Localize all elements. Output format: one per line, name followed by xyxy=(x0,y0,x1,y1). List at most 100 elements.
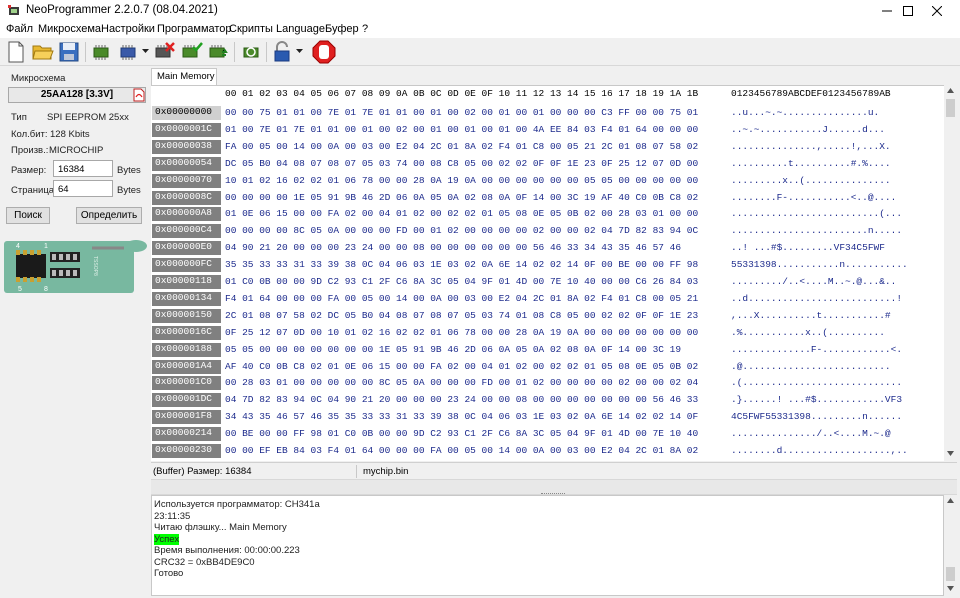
row-hex-bytes[interactable]: 04 90 21 20 00 00 00 23 24 00 00 08 00 0… xyxy=(225,242,681,253)
row-hex-bytes[interactable]: 00 28 03 01 00 00 00 00 00 8C 05 0A 00 0… xyxy=(225,377,698,388)
hex-editor[interactable]: 00 01 02 03 04 05 06 07 08 09 0A 0B 0C 0… xyxy=(151,85,944,461)
hex-row[interactable]: 0x0000024CF4 01 C8 00 05 21 2C 01 08 07 … xyxy=(151,459,944,461)
menu-settings[interactable]: Настройки xyxy=(101,23,155,35)
row-ascii[interactable]: ........./..<....M..~.@...&.. xyxy=(731,276,896,287)
row-ascii[interactable]: ..! ...#$.........VF34C5FWF xyxy=(731,242,885,253)
read-chip-icon[interactable] xyxy=(90,40,114,64)
row-ascii[interactable]: ..u...~.~...............u. xyxy=(731,107,879,118)
row-ascii[interactable]: ..............F-............<. xyxy=(731,344,902,355)
hex-row[interactable]: 0x0000008C 00 00 00 00 1E 05 91 9B 46 2D … xyxy=(151,189,944,206)
row-hex-bytes[interactable]: 10 01 02 16 02 02 01 06 78 00 00 28 0A 1… xyxy=(225,175,698,186)
row-ascii[interactable]: ...............,.....!,...X. xyxy=(731,141,891,152)
row-ascii[interactable]: .%...........x..(.......... xyxy=(731,327,885,338)
scroll-up-icon[interactable] xyxy=(947,88,954,93)
hex-row[interactable]: 0x00000118 01 C0 0B 00 00 9D C2 93 C1 2F … xyxy=(151,273,944,290)
hex-row[interactable]: 0x0000016C 0F 25 12 07 0D 00 10 01 02 16 … xyxy=(151,324,944,341)
row-ascii[interactable]: ..........t..........#.%.... xyxy=(731,158,891,169)
splitter[interactable] xyxy=(151,479,957,495)
menu-help[interactable]: ? xyxy=(362,23,368,35)
row-ascii[interactable]: .............../..<....M.~.@ xyxy=(731,428,891,439)
row-hex-bytes[interactable]: 01 00 7E 01 7E 01 01 00 01 00 02 00 01 0… xyxy=(225,124,698,135)
hex-row[interactable]: 0x000000A8 01 0E 06 15 00 00 FA 02 00 04 … xyxy=(151,205,944,222)
row-ascii[interactable]: .}......! ...#$............VF3 xyxy=(731,394,902,405)
menu-scripts[interactable]: Скрипты xyxy=(229,23,273,35)
row-ascii[interactable]: ..~.~...........J......d... xyxy=(731,124,885,135)
row-hex-bytes[interactable]: 0F 25 12 07 0D 00 10 01 02 16 02 02 01 0… xyxy=(225,327,698,338)
search-button[interactable]: Поиск xyxy=(6,207,50,224)
pdf-datasheet-icon[interactable] xyxy=(133,88,145,102)
scroll-down-icon[interactable] xyxy=(947,586,954,591)
hex-row[interactable]: 0x00000214 00 BE 00 00 FF 98 01 C0 0B 00 … xyxy=(151,425,944,442)
row-ascii[interactable]: ,...X..........t...........# xyxy=(731,310,891,321)
new-file-icon[interactable] xyxy=(4,40,28,64)
hex-row[interactable]: 0x000001DC 04 7D 82 83 94 0C 04 90 21 20 … xyxy=(151,391,944,408)
row-ascii[interactable]: ........................n..... xyxy=(731,225,902,236)
menu-file[interactable]: Файл xyxy=(6,23,33,35)
hex-row[interactable]: 0x0000001C 01 00 7E 01 7E 01 01 00 01 00 … xyxy=(151,121,944,138)
hex-row[interactable]: 0x000001F8 34 43 35 46 57 46 35 35 33 33 … xyxy=(151,408,944,425)
row-ascii[interactable]: .(............................ xyxy=(731,377,902,388)
size-field[interactable]: 16384 xyxy=(53,160,113,177)
read-dropdown-icon[interactable] xyxy=(142,48,149,54)
row-hex-bytes[interactable]: 04 7D 82 83 94 0C 04 90 21 20 00 00 00 2… xyxy=(225,394,698,405)
row-hex-bytes[interactable]: 00 00 00 00 8C 05 0A 00 00 00 FD 00 01 0… xyxy=(225,225,698,236)
hex-row[interactable]: 0x00000054 DC 05 B0 04 08 07 08 07 05 03 … xyxy=(151,155,944,172)
page-field[interactable]: 64 xyxy=(53,180,113,197)
row-hex-bytes[interactable]: 05 05 00 00 00 00 00 00 00 1E 05 91 9B 4… xyxy=(225,344,681,355)
row-hex-bytes[interactable]: 00 00 75 01 01 00 7E 01 7E 01 01 00 01 0… xyxy=(225,107,698,118)
hex-row[interactable]: 0x000000C4 00 00 00 00 8C 05 0A 00 00 00 … xyxy=(151,222,944,239)
row-ascii[interactable]: ........d...................,.. xyxy=(731,445,908,456)
erase-chip-icon[interactable] xyxy=(152,40,176,64)
row-hex-bytes[interactable]: 00 00 00 00 1E 05 91 9B 46 2D 06 0A 05 0… xyxy=(225,192,698,203)
hex-row[interactable]: 0x000001A4 AF 40 C0 0B C8 02 01 0E 06 15 … xyxy=(151,358,944,375)
lock-icon[interactable] xyxy=(270,40,294,64)
menu-buffer[interactable]: Буфер xyxy=(325,23,359,35)
row-hex-bytes[interactable]: 01 0E 06 15 00 00 FA 02 00 04 01 02 00 0… xyxy=(225,208,698,219)
detect-button[interactable]: Определить xyxy=(76,207,142,224)
hex-row[interactable]: 0x00000038 FA 00 05 00 14 00 0A 00 03 00 … xyxy=(151,138,944,155)
row-hex-bytes[interactable]: F4 01 64 00 00 00 FA 00 05 00 14 00 0A 0… xyxy=(225,293,698,304)
lock-dropdown-icon[interactable] xyxy=(296,48,303,54)
row-hex-bytes[interactable]: 35 35 33 33 31 33 39 38 0C 04 06 03 1E 0… xyxy=(225,259,698,270)
hex-row[interactable]: 0x000001C0 00 28 03 01 00 00 00 00 00 8C … xyxy=(151,374,944,391)
hex-row[interactable]: 0x00000070 10 01 02 16 02 02 01 06 78 00 … xyxy=(151,172,944,189)
row-hex-bytes[interactable]: 00 BE 00 00 FF 98 01 C0 0B 00 00 9D C2 9… xyxy=(225,428,698,439)
row-ascii[interactable]: 55331398...........n........... xyxy=(731,259,908,270)
menu-chip[interactable]: Микросхема xyxy=(38,23,101,35)
hex-row[interactable]: 0x00000188 05 05 00 00 00 00 00 00 00 1E … xyxy=(151,341,944,358)
menu-language[interactable]: Language xyxy=(276,23,325,35)
row-ascii[interactable]: 4C5FWF55331398.........n...... xyxy=(731,411,902,422)
row-ascii[interactable]: ..........................(... xyxy=(731,208,902,219)
write-chip-icon[interactable] xyxy=(179,40,203,64)
row-ascii[interactable]: .@.......................... xyxy=(731,361,891,372)
row-ascii[interactable]: ..d..........................! xyxy=(731,293,902,304)
read-chip-icon[interactable] xyxy=(117,40,141,64)
row-hex-bytes[interactable]: 01 C0 0B 00 00 9D C2 93 C1 2F C6 8A 3C 0… xyxy=(225,276,698,287)
row-hex-bytes[interactable]: FA 00 05 00 14 00 0A 00 03 00 E2 04 2C 0… xyxy=(225,141,698,152)
hex-row[interactable]: 0x00000150 2C 01 08 07 58 02 DC 05 B0 04 … xyxy=(151,307,944,324)
scrollbar-thumb[interactable] xyxy=(946,99,955,117)
hex-row[interactable]: 0x00000000 00 00 75 01 01 00 7E 01 7E 01 … xyxy=(151,104,944,121)
hex-row[interactable]: 0x00000230 00 00 EF EB 84 03 F4 01 64 00 … xyxy=(151,442,944,459)
row-hex-bytes[interactable]: 34 43 35 46 57 46 35 35 33 33 31 33 39 3… xyxy=(225,411,698,422)
menu-programmer[interactable]: Программатор xyxy=(157,23,232,35)
save-icon[interactable] xyxy=(57,40,81,64)
open-folder-icon[interactable] xyxy=(31,40,55,64)
auto-program-icon[interactable] xyxy=(239,40,263,64)
stop-icon[interactable] xyxy=(312,40,336,64)
row-ascii[interactable]: .........x..(............... xyxy=(731,175,891,186)
row-hex-bytes[interactable]: 2C 01 08 07 58 02 DC 05 B0 04 08 07 08 0… xyxy=(225,310,698,321)
hex-row[interactable]: 0x00000134 F4 01 64 00 00 00 FA 00 05 00 … xyxy=(151,290,944,307)
log-scrollbar[interactable] xyxy=(944,495,957,596)
close-button[interactable] xyxy=(914,0,960,22)
scrollbar-thumb[interactable] xyxy=(946,567,955,581)
hex-row[interactable]: 0x000000E0 04 90 21 20 00 00 00 23 24 00 … xyxy=(151,239,944,256)
tab-main-memory[interactable]: Main Memory xyxy=(151,68,217,85)
hex-scrollbar[interactable] xyxy=(944,85,957,461)
row-hex-bytes[interactable]: DC 05 B0 04 08 07 08 07 05 03 74 00 08 C… xyxy=(225,158,698,169)
row-ascii[interactable]: ........F-...........<..@.... xyxy=(731,192,896,203)
scroll-down-icon[interactable] xyxy=(947,451,954,456)
row-hex-bytes[interactable]: 00 00 EF EB 84 03 F4 01 64 00 00 00 FA 0… xyxy=(225,445,698,456)
row-hex-bytes[interactable]: AF 40 C0 0B C8 02 01 0E 06 15 00 00 FA 0… xyxy=(225,361,698,372)
hex-row[interactable]: 0x000000FC 35 35 33 33 31 33 39 38 0C 04 … xyxy=(151,256,944,273)
